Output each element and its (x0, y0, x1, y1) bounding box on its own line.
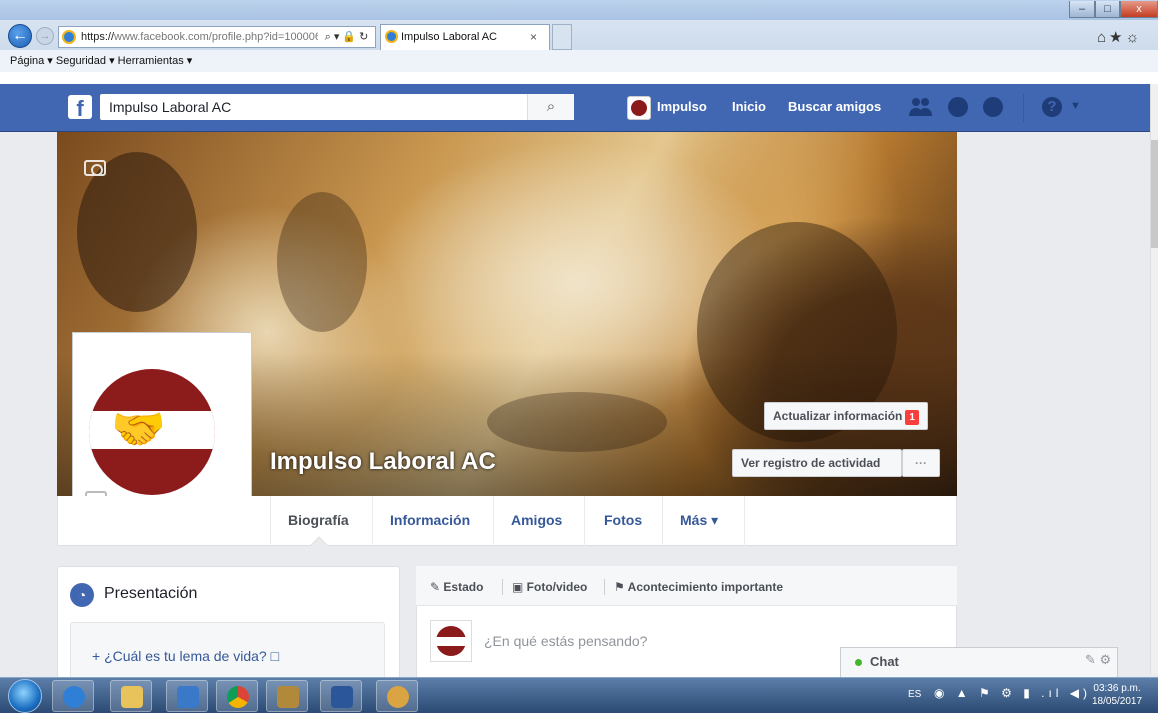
nav-profile-link[interactable]: Impulso (657, 99, 707, 114)
tab-amigos[interactable]: Amigos (511, 512, 562, 528)
tab-mas[interactable]: Más ▾ (680, 512, 718, 529)
nav-home-link[interactable]: Inicio (732, 99, 766, 114)
composer-tab-status[interactable]: ✎ Estado (430, 580, 483, 594)
home-favorites-tools-icons[interactable]: ⌂★☼ (1097, 28, 1142, 46)
composer-tab-separator (604, 579, 605, 595)
composer-avatar (430, 620, 472, 662)
header-divider (1023, 94, 1024, 122)
browser-tab-active[interactable]: Impulso Laboral AC (380, 24, 550, 50)
add-motto-link[interactable]: + ¿Cuál es tu lema de vida? □ (92, 648, 279, 664)
ie-page-icon (62, 30, 76, 44)
profile-name[interactable]: Impulso Laboral AC (270, 448, 496, 476)
cover-camera-icon[interactable] (84, 160, 106, 176)
tab-fotos[interactable]: Fotos (604, 512, 642, 528)
tab-separator (584, 496, 585, 546)
search-icon[interactable]: ⌕ (527, 94, 574, 120)
maximize-button[interactable]: □ (1095, 1, 1120, 18)
window-titlebar (0, 0, 1158, 20)
nav-avatar[interactable] (627, 96, 651, 120)
timeline-nav-divider (270, 496, 271, 546)
start-button[interactable] (8, 679, 42, 713)
taskbar-paint-button[interactable] (376, 680, 418, 712)
clock-time: 03:36 p.m. (1093, 683, 1141, 694)
friend-requests-icon[interactable] (908, 96, 932, 118)
forward-button[interactable]: → (36, 27, 54, 45)
online-status-dot (855, 659, 862, 666)
taskbar-app-button[interactable] (266, 680, 308, 712)
intro-globe-icon: ◔ (70, 583, 94, 607)
timeline-nav (57, 496, 957, 546)
tab-close-icon[interactable]: × (530, 30, 537, 44)
close-window-button[interactable]: x (1120, 1, 1158, 18)
chat-label[interactable]: Chat (870, 654, 899, 669)
composer-tab-separator (502, 579, 503, 595)
profile-picture[interactable]: 🤝 (72, 332, 252, 512)
messenger-icon[interactable] (948, 97, 968, 117)
tab-informacion[interactable]: Información (390, 512, 470, 528)
taskbar-explorer-button[interactable] (110, 680, 152, 712)
taskbar-chrome-button[interactable] (216, 680, 258, 712)
notification-badge: 1 (905, 410, 919, 425)
page-top-gap (0, 72, 1158, 84)
new-tab-button[interactable] (552, 24, 572, 50)
composer-input[interactable]: ¿En qué estás pensando? (484, 633, 647, 649)
tab-separator (493, 496, 494, 546)
tab-separator (744, 496, 745, 546)
composer-tab-life-event[interactable]: ⚑ Acontecimiento importante (614, 580, 783, 594)
taskbar-ie-button[interactable] (52, 680, 94, 712)
activity-log-button[interactable]: Ver registro de actividad (732, 449, 902, 477)
clock[interactable]: 03:36 p.m. 18/05/2017 (1092, 682, 1142, 708)
system-tray-icons[interactable]: ◉ ▲ ⚑ ⚙ ▮ .ıl ◀) (934, 686, 1091, 700)
tab-separator (662, 496, 663, 546)
intro-title: Presentación (104, 585, 198, 602)
language-indicator[interactable]: ES (908, 689, 921, 700)
help-icon[interactable]: ? (1042, 97, 1062, 117)
handshake-logo-icon: 🤝 (89, 369, 215, 495)
minimize-button[interactable]: – (1069, 1, 1095, 18)
taskbar-word-button[interactable] (320, 680, 362, 712)
facebook-logo-icon[interactable]: f (68, 95, 92, 119)
tab-ie-icon (385, 30, 398, 43)
globe-notifications-icon[interactable] (983, 97, 1003, 117)
update-info-label: Actualizar información (773, 409, 903, 423)
chat-options-icons[interactable]: ✎ ⚙ (1085, 652, 1111, 668)
clock-date: 18/05/2017 (1092, 696, 1143, 707)
more-options-button[interactable]: ··· (902, 449, 940, 477)
url-scheme: https:// (81, 31, 115, 43)
update-info-button[interactable]: Actualizar información 1 (764, 402, 928, 430)
tab-biografia[interactable]: Biografía (288, 512, 349, 528)
command-bar[interactable]: Página ▾ Seguridad ▾ Herramientas ▾ (0, 50, 1158, 72)
tab-separator (372, 496, 373, 546)
account-menu-caret-icon[interactable]: ▼ (1070, 100, 1081, 112)
url-path: www.facebook.com/profile.php?id=100006 (114, 31, 322, 43)
scrollbar-thumb[interactable] (1151, 140, 1158, 248)
composer-tab-photo[interactable]: ▣ Foto/video (512, 580, 587, 594)
search-input[interactable]: Impulso Laboral AC (100, 94, 574, 120)
taskbar-media-button[interactable] (166, 680, 208, 712)
nav-find-friends-link[interactable]: Buscar amigos (788, 99, 881, 114)
back-button[interactable]: ← (8, 24, 32, 48)
address-controls[interactable]: ⌕ ▾ 🔒 ↻ (318, 26, 376, 48)
